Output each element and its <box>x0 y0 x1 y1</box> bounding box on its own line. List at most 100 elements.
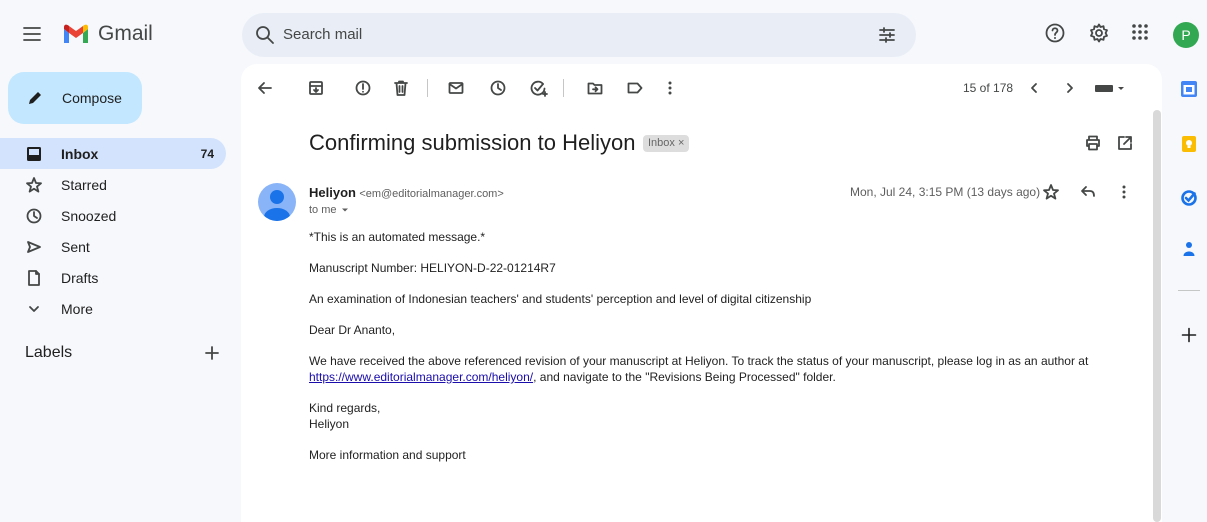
caret-down-icon <box>341 208 348 212</box>
body-text: , and navigate to the "Revisions Being P… <box>533 370 836 384</box>
toolbar-divider <box>427 79 428 97</box>
sender-info: Heliyon <em@editorialmanager.com> <box>309 185 504 200</box>
sidebar-item-label: Inbox <box>61 145 99 162</box>
sidebar-item-snoozed[interactable]: Snoozed <box>0 200 226 231</box>
more-options-vertical-icon[interactable] <box>667 79 673 97</box>
archive-icon[interactable] <box>307 79 325 97</box>
compose-label: Compose <box>62 90 122 106</box>
sidebar-item-label: More <box>61 300 93 317</box>
account-avatar[interactable]: P <box>1173 22 1199 48</box>
hamburger-menu-icon <box>23 27 41 41</box>
calendar-icon <box>1181 81 1197 97</box>
sidebar-nav: Inbox 74 Starred Snoozed Sent Drafts Mor… <box>0 138 226 324</box>
reply-arrow-icon[interactable] <box>1079 183 1097 201</box>
settings-gear-icon[interactable] <box>1088 22 1110 44</box>
sidebar-item-label: Drafts <box>61 269 99 286</box>
star-message-icon[interactable] <box>1042 183 1060 201</box>
scrollbar[interactable] <box>1153 110 1161 522</box>
get-addons-button[interactable] <box>1176 322 1202 348</box>
send-icon <box>27 240 41 253</box>
back-arrow-icon[interactable] <box>256 79 274 97</box>
body-paragraph: More information and support <box>309 448 466 462</box>
tasks-app-button[interactable] <box>1176 185 1202 211</box>
remove-label-close-icon[interactable]: × <box>678 137 684 149</box>
sidebar-item-label: Starred <box>61 176 107 193</box>
keep-notes-icon <box>1182 136 1196 152</box>
search-icon[interactable] <box>254 24 276 46</box>
sidebar-item-label: Snoozed <box>61 207 117 224</box>
label-tag-icon[interactable] <box>626 79 644 97</box>
draft-icon <box>28 269 40 286</box>
sender-avatar[interactable] <box>258 183 296 221</box>
email-subject: Confirming submission to Heliyon <box>309 130 636 155</box>
older-chevron-right-icon[interactable] <box>1064 79 1076 97</box>
label-chip-text: Inbox <box>648 137 675 149</box>
pencil-icon <box>29 92 41 104</box>
print-icon[interactable] <box>1084 134 1102 152</box>
open-in-new-window-icon[interactable] <box>1116 134 1134 152</box>
sidebar-item-inbox[interactable]: Inbox 74 <box>0 138 226 169</box>
help-icon[interactable] <box>1044 22 1066 44</box>
search-input[interactable]: Search mail <box>283 26 362 43</box>
search-bar[interactable]: Search mail <box>242 13 916 57</box>
body-paragraph: Manuscript Number: HELIYON-D-22-01214R7 <box>309 261 556 275</box>
sidebar-item-starred[interactable]: Starred <box>0 169 226 200</box>
message-more-options-icon[interactable] <box>1121 183 1127 201</box>
recipient-text: to me <box>309 204 337 216</box>
search-options-icon[interactable] <box>877 25 897 45</box>
person-silhouette-icon <box>264 190 290 221</box>
inbox-label-chip[interactable]: Inbox × <box>643 135 690 152</box>
sidebar-item-drafts[interactable]: Drafts <box>0 262 226 293</box>
move-to-folder-icon[interactable] <box>586 79 604 97</box>
report-spam-icon[interactable] <box>354 79 372 97</box>
sender-name[interactable]: Heliyon <box>309 185 356 200</box>
toolbar-divider <box>563 79 564 97</box>
top-bar: Gmail Search mail P <box>0 0 1207 64</box>
snooze-clock-icon[interactable] <box>489 79 507 97</box>
app-name: Gmail <box>98 22 153 45</box>
compose-button[interactable]: Compose <box>8 72 142 124</box>
sidebar-item-more[interactable]: More <box>0 293 226 324</box>
recipient-details-toggle[interactable]: to me <box>309 204 350 216</box>
body-text: Kind regards, <box>309 401 381 415</box>
delete-trash-icon[interactable] <box>392 79 410 97</box>
body-text: Heliyon <box>309 417 350 431</box>
main-menu-button[interactable] <box>14 16 50 52</box>
body-paragraph: Kind regards, Heliyon <box>309 400 1129 432</box>
contacts-person-icon <box>1183 242 1195 256</box>
labels-section: Labels <box>25 344 220 362</box>
calendar-app-button[interactable] <box>1176 76 1202 102</box>
body-paragraph: *This is an automated message.* <box>309 230 486 244</box>
message-date: Mon, Jul 24, 3:15 PM (13 days ago) <box>850 185 1041 199</box>
add-label-plus-icon[interactable] <box>204 345 220 361</box>
sidebar-item-label: Sent <box>61 238 90 255</box>
body-paragraph: Dear Dr Ananto, <box>309 323 396 337</box>
chevron-down-icon <box>29 305 39 312</box>
body-text: We have received the above referenced re… <box>309 354 1089 368</box>
sender-email: <em@editorialmanager.com> <box>359 188 504 200</box>
labels-heading: Labels <box>25 344 73 361</box>
message-view: 15 of 178 Confirming submission to Heliy… <box>241 64 1162 522</box>
keep-app-button[interactable] <box>1176 131 1202 157</box>
plus-icon <box>1181 327 1197 343</box>
input-tools-keyboard-icon[interactable] <box>1093 79 1127 97</box>
contacts-app-button[interactable] <box>1176 236 1202 262</box>
body-paragraph: We have received the above referenced re… <box>309 353 1129 385</box>
apps-grid-icon[interactable] <box>1130 22 1150 42</box>
editorial-manager-link[interactable]: https://www.editorialmanager.com/heliyon… <box>309 370 533 384</box>
body-paragraph: An examination of Indonesian teachers' a… <box>309 292 812 306</box>
mark-unread-mail-icon[interactable] <box>447 79 465 97</box>
add-task-icon[interactable] <box>529 79 549 97</box>
unread-count: 74 <box>200 146 214 161</box>
sidebar-item-sent[interactable]: Sent <box>0 231 226 262</box>
pagination-count: 15 of 178 <box>963 81 1014 95</box>
clock-icon <box>26 208 42 223</box>
message-body: *This is an automated message.* Manuscri… <box>309 229 1129 478</box>
tasks-check-icon <box>1181 190 1197 206</box>
newer-chevron-left-icon[interactable] <box>1028 79 1040 97</box>
rail-divider <box>1178 290 1200 291</box>
gmail-logo[interactable]: Gmail <box>62 20 153 48</box>
star-icon <box>26 176 42 192</box>
gmail-m-icon <box>64 24 88 43</box>
inbox-icon <box>27 146 41 161</box>
